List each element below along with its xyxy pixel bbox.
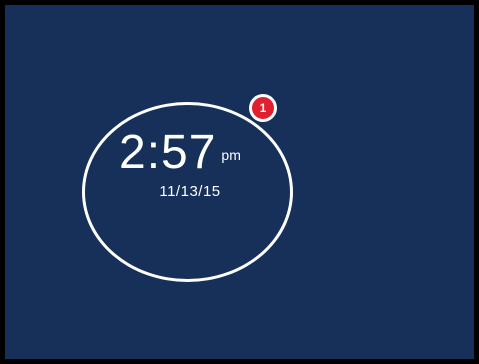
time-value: 2:57 [119, 126, 217, 179]
date-display: 11/13/15 [159, 183, 221, 200]
notification-badge[interactable]: 1 [249, 94, 277, 122]
device-screen: 2:57 pm 11/13/15 1 [0, 0, 479, 364]
time-ampm: pm [221, 147, 241, 163]
time-display: 2:57 pm [119, 125, 241, 181]
clock-widget[interactable]: 2:57 pm 11/13/15 1 [77, 77, 299, 287]
